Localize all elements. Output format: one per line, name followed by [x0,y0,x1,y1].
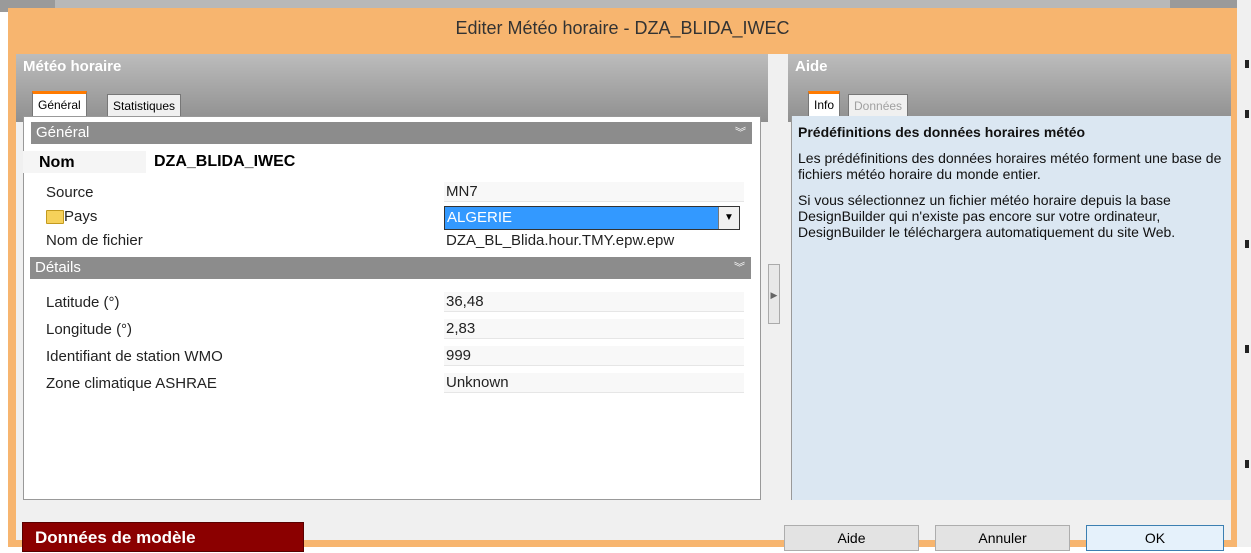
filename-label: Nom de fichier [46,232,143,249]
right-panel-header: Aide Info Données [788,54,1231,122]
title-bar[interactable]: Editer Météo horaire - DZA_BLIDA_IWEC [8,8,1237,48]
filename-field[interactable]: DZA_BL_Blida.hour.TMY.epw.epw [444,231,754,251]
longitude-label: Longitude (°) [46,321,133,338]
cancel-button[interactable]: Annuler [935,525,1070,551]
help-title: Prédéfinitions des données horaires mété… [798,124,1086,140]
right-panel-title: Aide [795,58,828,75]
latitude-field[interactable]: 36,48 [444,292,744,312]
left-panel-header: Météo horaire Général Statistiques [16,54,768,122]
help-panel: Prédéfinitions des données horaires mété… [791,116,1231,500]
panel-splitter[interactable] [768,122,788,540]
tab-data[interactable]: Données [848,94,909,116]
dialog-client-area: Météo horaire Général Statistiques Génér… [16,54,1231,540]
collapse-chevron-icon[interactable]: ︾ [734,257,745,279]
background-app-edge [1237,0,1251,547]
wmo-label: Identifiant de station WMO [46,348,223,365]
wmo-field[interactable]: 999 [444,346,744,366]
edit-weather-dialog: Editer Météo horaire - DZA_BLIDA_IWEC Mé… [8,8,1237,547]
section-header-details[interactable]: Détails ︾ [30,257,751,279]
splitter-arrow-icon[interactable]: ▶ [768,264,780,324]
ashrae-field[interactable]: Unknown [444,373,744,393]
tab-general[interactable]: Général [32,91,87,116]
country-label: Pays [64,208,98,225]
dropdown-arrow-icon[interactable]: ▼ [718,207,739,229]
source-label: Source [46,184,94,201]
section-title: Détails [35,259,81,276]
tab-info[interactable]: Info [808,91,841,116]
name-label: Nom [39,154,75,171]
country-select-value: ALGERIE [447,209,513,226]
help-button[interactable]: Aide [784,525,919,551]
left-panel-title: Météo horaire [23,58,122,75]
tab-statistics[interactable]: Statistiques [107,94,182,116]
ashrae-label: Zone climatique ASHRAE [46,375,217,392]
folder-icon [46,210,64,224]
name-field[interactable]: DZA_BLIDA_IWEC [146,151,744,173]
section-header-general[interactable]: Général ︾ [31,122,752,144]
ok-button[interactable]: OK [1086,525,1224,551]
model-data-badge[interactable]: Données de modèle [22,522,304,552]
longitude-field[interactable]: 2,83 [444,319,744,339]
source-field[interactable]: MN7 [444,182,744,202]
section-title: Général [36,124,90,141]
dialog-title: Editer Météo horaire - DZA_BLIDA_IWEC [455,18,790,38]
country-select[interactable]: ALGERIE ▼ [444,206,740,230]
latitude-label: Latitude (°) [46,294,120,311]
help-paragraph: Si vous sélectionnez un fichier météo ho… [798,192,1176,240]
collapse-chevron-icon[interactable]: ︾ [735,122,746,144]
help-paragraph: Les prédéfinitions des données horaires … [798,150,1222,182]
